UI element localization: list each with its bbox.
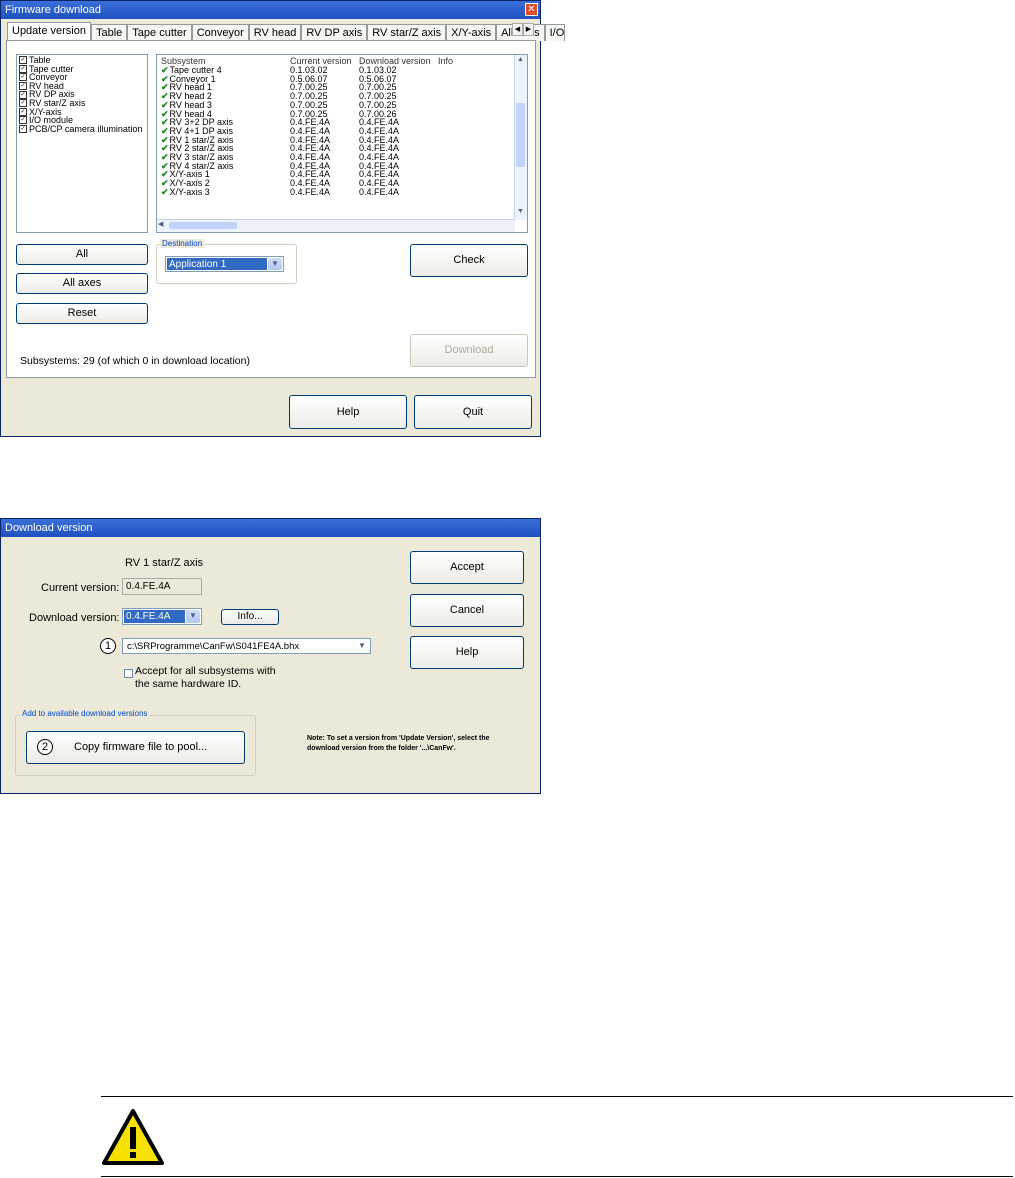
check-mark-icon: ✔ [161, 186, 169, 197]
download-version-cell: 0.4.FE.4A [359, 186, 400, 197]
tab-rv-head[interactable]: RV head [248, 24, 302, 41]
tab-scroll-left-icon[interactable]: ◀ [512, 23, 523, 36]
destination-select[interactable]: Application 1 ▼ [165, 256, 284, 272]
tab-scroll-right-icon[interactable]: ▶ [523, 23, 534, 36]
firmware-path-select[interactable]: c:\SRProgramme\CanFw\S041FE4A.bhx ▼ [122, 638, 371, 654]
download-version-label: Download version: [29, 612, 120, 624]
help-button[interactable]: Help [289, 395, 407, 429]
reset-button[interactable]: Reset [16, 303, 148, 324]
subsystem-checklist: ✓ Table ✓ Tape cutter ✓ Conveyor ✓ RV head ✓… [16, 54, 148, 233]
version-table[interactable]: Subsystem Current version Download versi… [156, 54, 528, 233]
tab-xy-axis[interactable]: X/Y-axis [446, 24, 497, 41]
table-row[interactable]: ✔RV 4 star/Z axis 0.4.FE.4A 0.4.FE.4A [157, 161, 515, 171]
tab-rv-dp-axis[interactable]: RV DP axis [301, 24, 368, 41]
chevron-down-icon[interactable]: ▼ [355, 640, 369, 652]
tab-conveyor[interactable]: Conveyor [191, 24, 249, 41]
all-button[interactable]: All [16, 244, 148, 265]
copy-firmware-button[interactable]: 2 Copy firmware file to pool... [26, 731, 245, 764]
firmware-path-value: c:\SRProgramme\CanFw\S041FE4A.bhx [127, 641, 300, 652]
scroll-down-icon[interactable]: ▼ [515, 208, 526, 219]
table-row[interactable]: ✔X/Y-axis 1 0.4.FE.4A 0.4.FE.4A [157, 170, 515, 179]
download-version-select[interactable]: 0.4.FE.4A ▼ [122, 608, 202, 625]
tab-rv-star-z-axis[interactable]: RV star/Z axis [367, 24, 447, 41]
tab-tape-cutter[interactable]: Tape cutter [127, 24, 192, 41]
destination-value: Application 1 [167, 258, 267, 270]
cancel-button[interactable]: Cancel [410, 594, 524, 627]
checkbox[interactable]: ✓ [19, 107, 27, 116]
current-version-label: Current version: [41, 582, 120, 594]
chevron-down-icon[interactable]: ▼ [268, 258, 282, 270]
column-header-info[interactable]: Info [438, 56, 498, 66]
close-icon[interactable]: ✕ [525, 3, 538, 16]
accept-all-checkbox[interactable] [124, 669, 133, 678]
accept-all-label-2: the same hardware ID. [135, 678, 242, 690]
accept-all-label-1: Accept for all subsystems with [135, 665, 276, 677]
marker-2: 2 [37, 739, 53, 755]
download-button[interactable]: Download [410, 334, 528, 367]
checkbox[interactable]: ✓ [19, 64, 27, 73]
accept-button[interactable]: Accept [410, 551, 524, 584]
check-button[interactable]: Check [410, 244, 528, 277]
chevron-down-icon[interactable]: ▼ [186, 610, 200, 623]
note-line-1: Note: To set a version from 'Update Vers… [307, 735, 490, 742]
checkbox[interactable]: ✓ [19, 73, 27, 82]
note-line-2: download version from the folder '...\Ca… [307, 745, 456, 752]
scroll-up-icon[interactable]: ▲ [515, 56, 526, 67]
destination-label: Destination [160, 239, 205, 248]
download-version-window: Download version RV 1 star/Z axis Curren… [0, 518, 541, 794]
info-button[interactable]: Info... [221, 609, 279, 625]
hscroll-thumb[interactable] [169, 222, 237, 229]
marker-1: 1 [100, 638, 116, 654]
title-bar: Download version [1, 519, 540, 537]
subsystem-cell: X/Y-axis 3 [169, 186, 210, 197]
update-version-panel: ✓ Table ✓ Tape cutter ✓ Conveyor ✓ RV head ✓… [6, 40, 536, 378]
scroll-thumb[interactable] [516, 103, 525, 167]
window-title: Download version [5, 522, 93, 534]
scroll-left-icon[interactable]: ◀ [158, 220, 163, 228]
checkbox[interactable]: ✓ [19, 56, 27, 65]
horizontal-scrollbar[interactable]: ◀ [157, 219, 515, 232]
checkbox[interactable]: ✓ [19, 116, 27, 125]
warning-bottom-rule [101, 1176, 1013, 1177]
checkbox[interactable]: ✓ [19, 90, 27, 99]
checkbox[interactable]: ✓ [19, 82, 27, 91]
current-version-cell: 0.4.FE.4A [290, 186, 331, 197]
tab-table[interactable]: Table [91, 24, 128, 41]
help-button[interactable]: Help [410, 636, 524, 669]
tab-io[interactable]: I/O [544, 24, 565, 41]
add-versions-label: Add to available download versions [20, 709, 150, 718]
checkbox[interactable]: ✓ [19, 99, 27, 108]
all-axes-button[interactable]: All axes [16, 273, 148, 294]
quit-button[interactable]: Quit [414, 395, 532, 429]
window-title: Firmware download [5, 4, 101, 16]
table-row[interactable]: ✔X/Y-axis 2 0.4.FE.4A 0.4.FE.4A [157, 179, 515, 188]
check-item[interactable]: ✓ PCB/CP camera illumination [17, 124, 147, 134]
current-version-field: 0.4.FE.4A [122, 578, 202, 595]
tab-strip: Update version Table Tape cutter Conveyo… [7, 22, 565, 41]
status-text: Subsystems: 29 (of which 0 in download l… [20, 355, 250, 367]
warning-top-rule [101, 1096, 1013, 1097]
subsystem-name: RV 1 star/Z axis [125, 557, 204, 569]
table-row[interactable]: ✔X/Y-axis 3 0.4.FE.4A 0.4.FE.4A [157, 186, 515, 197]
checkbox[interactable]: ✓ [19, 125, 27, 134]
firmware-download-window: Firmware download ✕ Update version Table… [0, 0, 565, 437]
tab-update-version[interactable]: Update version [7, 22, 91, 41]
vertical-scrollbar[interactable]: ▲ ▼ [514, 55, 527, 220]
download-version-value: 0.4.FE.4A [124, 610, 185, 623]
warning-triangle-icon [101, 1108, 165, 1166]
title-bar: Firmware download ✕ [1, 1, 540, 19]
